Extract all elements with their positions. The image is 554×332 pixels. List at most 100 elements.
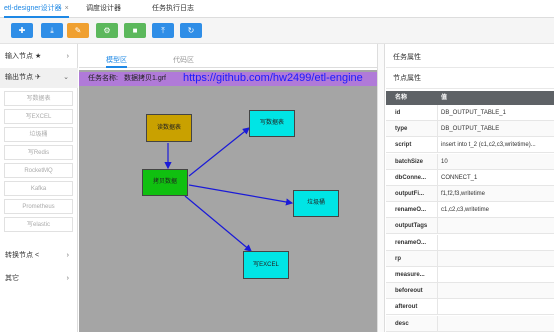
panel-splitter[interactable] bbox=[377, 44, 385, 332]
property-row[interactable]: renameO... c1,c2,c3,writetime bbox=[386, 202, 554, 219]
palette-item-rocketmq[interactable]: RocketMQ bbox=[4, 163, 73, 178]
tab-task-log[interactable]: 任务执行日志 bbox=[152, 0, 194, 18]
property-row[interactable]: rp bbox=[386, 250, 554, 267]
property-value[interactable]: DB_OUTPUT_TABLE bbox=[441, 121, 551, 137]
property-row[interactable]: batchSize 10 bbox=[386, 153, 554, 170]
column-divider bbox=[437, 121, 438, 138]
property-row[interactable]: beforeout bbox=[386, 283, 554, 300]
tab-etl-designer[interactable]: etl-designer设计器 × bbox=[4, 0, 69, 18]
node-write-table-label: 写数据表 bbox=[259, 120, 284, 126]
property-value[interactable]: f1,f2,f3,writetime bbox=[441, 186, 551, 202]
tab-model-area[interactable]: 模型区 bbox=[106, 54, 127, 68]
edge-copy-to-excel bbox=[184, 195, 252, 252]
palette-item-prometheus[interactable]: Prometheus bbox=[4, 199, 73, 214]
property-row[interactable]: type DB_OUTPUT_TABLE bbox=[386, 121, 554, 138]
col-name-header: 名称 bbox=[395, 95, 408, 101]
palette-item-write-elastic[interactable]: 写elastic bbox=[4, 217, 73, 232]
run-button[interactable]: ⚙ bbox=[96, 23, 118, 38]
transform-nodes-group[interactable]: 转换节点 < › bbox=[0, 246, 78, 266]
column-divider bbox=[437, 153, 438, 170]
column-divider bbox=[437, 105, 438, 121]
property-name: rp bbox=[395, 255, 401, 262]
palette-item-write-excel[interactable]: 写EXCEL bbox=[4, 109, 73, 124]
toolbar: ✚ ⤓ ✎ ⚙ ■ ⤒ ↻ bbox=[0, 18, 554, 44]
column-divider bbox=[437, 234, 438, 251]
chevron-down-icon: ⌄ bbox=[63, 74, 69, 81]
column-divider bbox=[437, 250, 438, 267]
new-button[interactable]: ✚ bbox=[11, 23, 33, 38]
palette-item-kafka[interactable]: Kafka bbox=[4, 181, 73, 196]
chevron-right-icon: › bbox=[66, 53, 69, 60]
property-row[interactable]: measure... bbox=[386, 267, 554, 283]
column-divider bbox=[437, 137, 438, 154]
node-write-table[interactable]: 写数据表 bbox=[249, 110, 295, 137]
column-divider bbox=[437, 299, 438, 316]
tab-scheduler-label: 调度设计器 bbox=[86, 5, 121, 12]
node-trash[interactable]: 垃圾桶 bbox=[293, 190, 339, 217]
edge-copy-to-trash bbox=[188, 184, 294, 206]
stop-button[interactable]: ■ bbox=[124, 23, 146, 38]
close-icon[interactable]: × bbox=[65, 5, 69, 12]
chevron-right-icon: › bbox=[66, 275, 69, 282]
refresh-icon: ↻ bbox=[187, 26, 195, 35]
download-button[interactable]: ⤓ bbox=[41, 23, 63, 38]
output-nodes-group[interactable]: 输出节点 ✈ ⌄ bbox=[0, 68, 78, 88]
property-row[interactable]: id DB_OUTPUT_TABLE_1 bbox=[386, 105, 554, 121]
column-divider bbox=[437, 267, 438, 283]
input-nodes-label: 输入节点 bbox=[5, 53, 33, 60]
tab-code-area[interactable]: 代码区 bbox=[173, 54, 194, 68]
task-props-title[interactable]: 任务属性 bbox=[386, 47, 554, 68]
property-row[interactable]: afterout bbox=[386, 299, 554, 316]
edge-copy-to-write-table bbox=[188, 127, 250, 177]
property-row[interactable]: outputTags bbox=[386, 218, 554, 235]
property-row[interactable]: renameO... bbox=[386, 234, 554, 251]
stop-icon: ■ bbox=[132, 26, 138, 35]
node-trash-label: 垃圾桶 bbox=[306, 200, 325, 206]
column-divider bbox=[437, 283, 438, 300]
column-divider bbox=[437, 169, 438, 186]
other-nodes-group[interactable]: 其它 › bbox=[0, 269, 78, 289]
send-icon: ✈ bbox=[34, 74, 41, 81]
property-name: outputTags bbox=[395, 223, 428, 230]
plus-icon: ✚ bbox=[18, 26, 26, 35]
star-icon: ★ bbox=[34, 53, 42, 60]
refresh-button[interactable]: ↻ bbox=[180, 23, 202, 38]
share-icon: < bbox=[34, 252, 40, 259]
tab-etl-designer-label: etl-designer设计器 bbox=[4, 5, 62, 12]
property-name: dbConne... bbox=[395, 174, 426, 181]
property-value[interactable]: 10 bbox=[441, 154, 551, 170]
tab-task-log-label: 任务执行日志 bbox=[152, 5, 194, 12]
upload-icon: ⤒ bbox=[161, 26, 165, 35]
top-tab-bar: etl-designer设计器 × 调度设计器 任务执行日志 bbox=[0, 0, 554, 18]
property-value[interactable]: DB_OUTPUT_TABLE_1 bbox=[441, 105, 551, 121]
column-divider bbox=[437, 315, 438, 332]
property-row[interactable]: script insert into t_2 (c1,c2,c3,writetim… bbox=[386, 137, 554, 154]
node-palette: 输入节点 ★ › 输出节点 ✈ ⌄ 写数据表 写EXCEL 垃圾桶 写Redis… bbox=[0, 44, 78, 332]
property-row[interactable]: dbConne... CONNECT_1 bbox=[386, 169, 554, 186]
edit-button[interactable]: ✎ bbox=[67, 23, 89, 38]
column-divider bbox=[437, 202, 438, 219]
node-read-table[interactable]: 读数据表 bbox=[146, 114, 192, 142]
transform-nodes-label: 转换节点 bbox=[5, 252, 33, 259]
property-row[interactable]: outputFi... f1,f2,f3,writetime bbox=[386, 186, 554, 202]
property-value[interactable]: CONNECT_1 bbox=[441, 170, 551, 186]
property-value[interactable]: c1,c2,c3,writetime bbox=[441, 202, 551, 218]
palette-item-write-table[interactable]: 写数据表 bbox=[4, 91, 73, 106]
property-name: outputFi... bbox=[395, 191, 424, 197]
palette-item-write-redis[interactable]: 写Redis bbox=[4, 145, 73, 160]
property-name: batchSize bbox=[395, 158, 424, 165]
property-table-header: 名称 值 bbox=[386, 91, 554, 105]
property-name: beforeout bbox=[395, 288, 423, 295]
property-value[interactable]: insert into t_2 (c1,c2,c3,writetime)... bbox=[441, 137, 551, 153]
node-read-table-label: 读数据表 bbox=[156, 125, 181, 131]
upload-button[interactable]: ⤒ bbox=[152, 23, 174, 38]
property-name: renameO... bbox=[395, 207, 427, 214]
model-canvas[interactable]: 任务名称: 数据拷贝1.grf https://github.com/hw249… bbox=[79, 70, 377, 332]
palette-item-trash[interactable]: 垃圾桶 bbox=[4, 127, 73, 142]
tab-scheduler[interactable]: 调度设计器 bbox=[86, 0, 121, 18]
node-copy-data[interactable]: 拷贝数据 bbox=[142, 169, 188, 196]
property-row[interactable]: desc bbox=[386, 315, 554, 332]
property-name: desc bbox=[395, 320, 409, 327]
node-write-excel[interactable]: 写EXCEL bbox=[243, 251, 289, 279]
input-nodes-group[interactable]: 输入节点 ★ › bbox=[0, 47, 78, 67]
